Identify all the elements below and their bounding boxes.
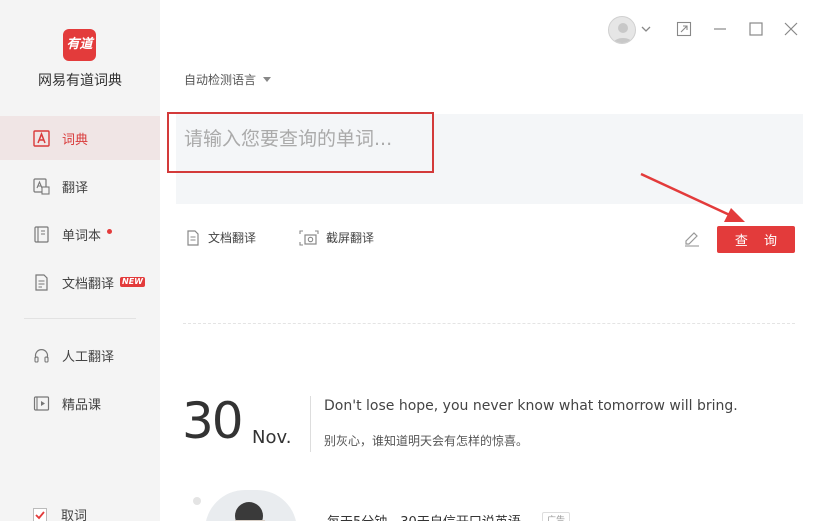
sidebar-item-label: 人工翻译 — [62, 349, 115, 365]
minimize-icon — [714, 28, 726, 30]
handwriting-button[interactable] — [683, 230, 701, 252]
quick-lookup-toggle[interactable]: 取词 — [33, 505, 87, 521]
document-icon — [33, 273, 50, 291]
sidebar-item-human-translate[interactable]: 人工翻译 — [0, 333, 160, 377]
quick-lookup-checkbox[interactable] — [33, 507, 47, 521]
camera-icon — [299, 229, 319, 246]
section-divider — [183, 323, 795, 324]
close-icon — [784, 22, 798, 36]
mini-mode-button[interactable] — [674, 19, 694, 39]
user-avatar[interactable] — [608, 16, 636, 44]
account-dropdown-chevron-icon[interactable] — [636, 19, 656, 39]
sidebar-item-label: 词典 — [62, 132, 89, 148]
screenshot-translate-button[interactable]: 截屏翻译 — [299, 229, 374, 246]
resize-icon — [676, 21, 692, 37]
minimize-button[interactable] — [710, 19, 730, 39]
doc-translate-button[interactable]: 文档翻译 — [185, 229, 256, 246]
search-button[interactable]: 查 询 — [717, 226, 795, 253]
user-icon — [613, 23, 633, 43]
wordbook-icon — [33, 225, 50, 243]
promo-image[interactable] — [205, 490, 297, 521]
maximize-icon — [749, 22, 763, 36]
check-icon — [35, 510, 45, 519]
promo-text[interactable]: 每天5分钟，30天自信开口说英语 — [327, 511, 521, 521]
sidebar-item-wordbook[interactable]: 单词本 — [0, 212, 160, 256]
language-select-value: 自动检测语言 — [184, 73, 257, 87]
sidebar-item-course[interactable]: 精品课 — [0, 381, 160, 425]
new-badge: NEW — [120, 277, 145, 287]
sidebar-item-dictionary[interactable]: 词典 — [0, 116, 160, 160]
human-translate-icon — [33, 347, 50, 364]
close-button[interactable] — [781, 19, 801, 39]
promo-decoration — [193, 497, 201, 505]
date-month: Nov. — [252, 427, 292, 448]
query-input[interactable] — [184, 124, 744, 154]
sidebar: 有道 网易有道词典 词典 翻译 单词本 文档翻译 NEW 人工翻译 精品课 取词 — [0, 0, 160, 521]
sidebar-item-doc-translate[interactable]: 文档翻译 NEW — [0, 260, 160, 304]
sidebar-item-label: 翻译 — [62, 180, 89, 196]
course-icon — [33, 395, 50, 412]
daily-quote-chinese: 别灰心，谁知道明天会有怎样的惊喜。 — [324, 434, 529, 448]
translate-icon — [33, 177, 50, 195]
sidebar-item-label: 精品课 — [62, 397, 102, 413]
quote-divider — [310, 396, 311, 452]
sidebar-divider — [24, 318, 136, 319]
sidebar-item-label: 文档翻译 — [62, 276, 115, 292]
pen-icon — [685, 232, 699, 247]
sidebar-item-translate[interactable]: 翻译 — [0, 164, 160, 208]
daily-quote-english[interactable]: Don't lose hope, you never know what tom… — [324, 398, 738, 414]
app-name: 网易有道词典 — [38, 73, 122, 89]
caret-down-icon — [263, 77, 272, 82]
screenshot-translate-label: 截屏翻译 — [326, 231, 375, 245]
ad-tag: 广告 — [542, 512, 571, 521]
quick-lookup-label: 取词 — [61, 509, 88, 521]
maximize-button[interactable] — [746, 19, 766, 39]
dictionary-icon — [33, 129, 50, 147]
sidebar-item-label: 单词本 — [62, 228, 102, 244]
document-icon — [187, 229, 199, 246]
notification-dot — [107, 228, 113, 234]
language-select[interactable]: 自动检测语言 — [184, 71, 272, 88]
app-logo: 有道 — [63, 29, 96, 61]
doc-translate-label: 文档翻译 — [208, 231, 257, 245]
logo-text: 有道 — [66, 37, 93, 52]
date-day: 30 — [182, 392, 244, 450]
